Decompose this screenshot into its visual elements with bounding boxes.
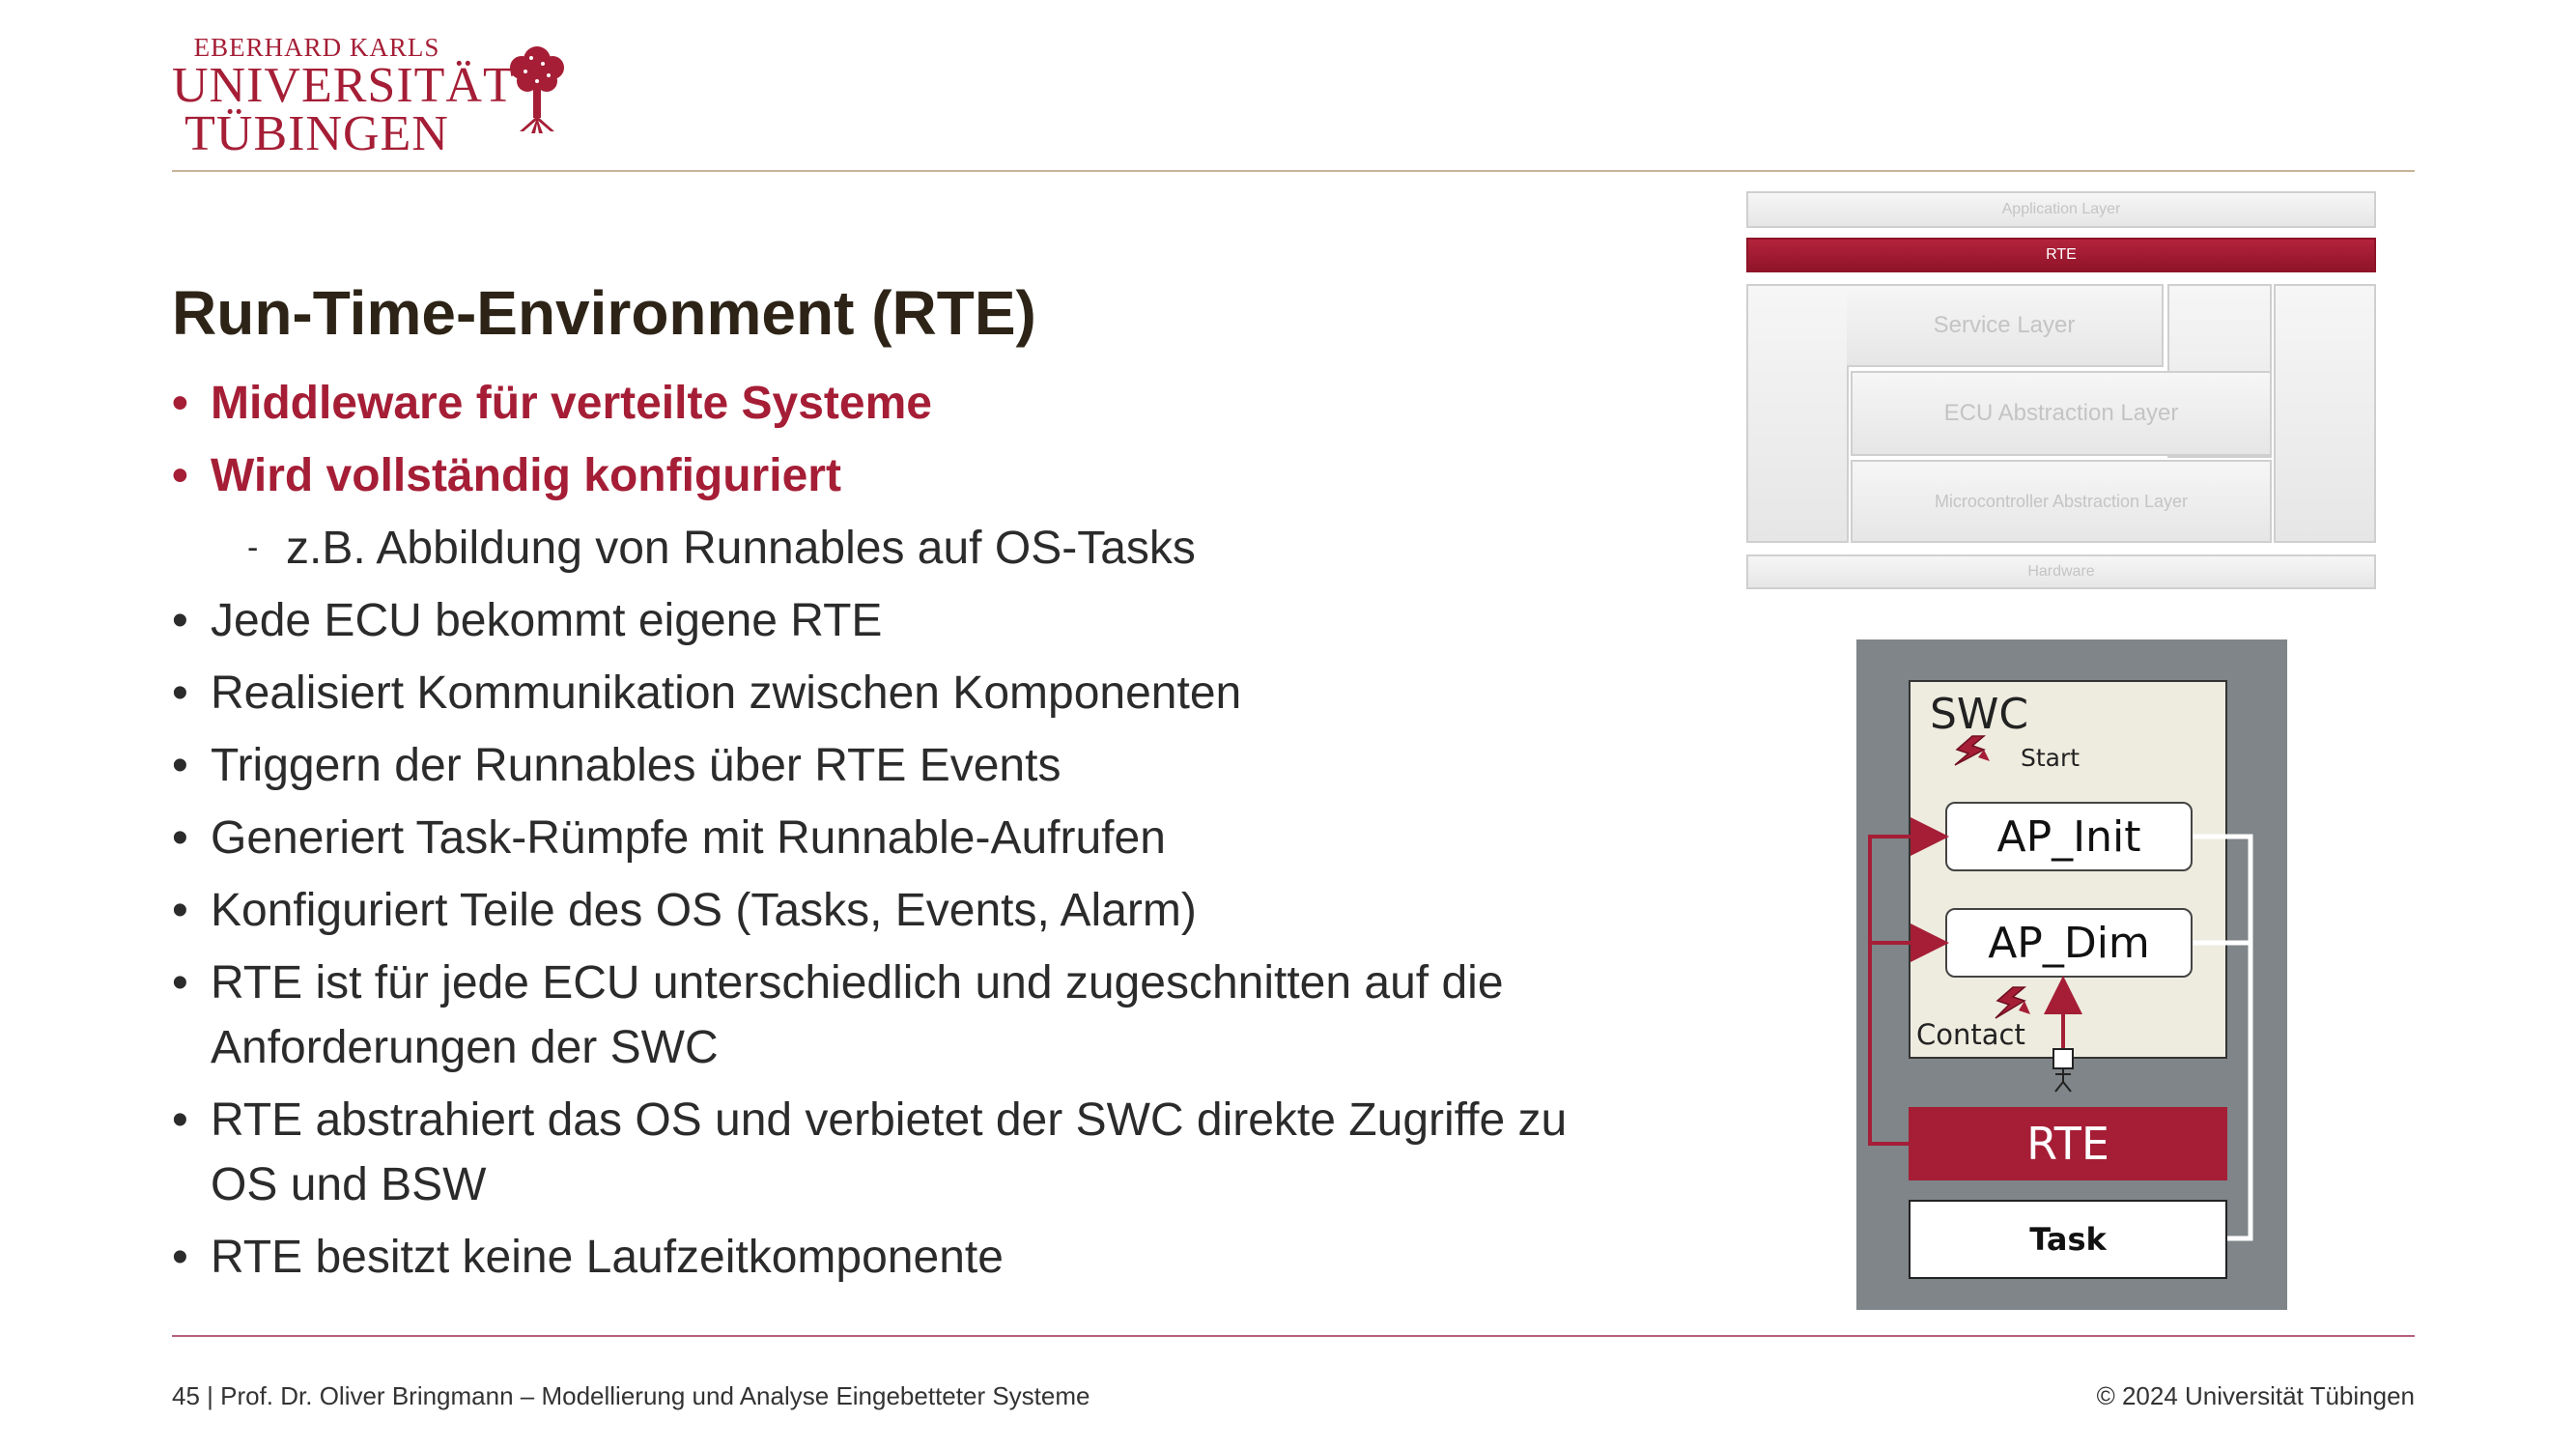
sub-bullet-marker: - [247,529,259,566]
complex-drivers-column-left [1746,284,1849,543]
footer-copyright: © 2024 Universität Tübingen [2096,1381,2415,1410]
complex-drivers-column-right [2274,284,2376,543]
bullet-marker: • [172,957,188,1009]
bullet-text: Realisiert Kommunikation zwischen Kompon… [211,668,1242,719]
bullet-text: Konfiguriert Teile des OS (Tasks, Events… [211,885,1197,936]
rte-event-arrow [1868,817,1949,1146]
bullet-item: • RTE besitzt keine Laufzeitkomponente [172,1225,1621,1290]
bullet-text: Jede ECU bekommt eigene RTE [211,595,883,646]
bullet-marker: • [172,450,188,501]
bullet-text: RTE ist für jede ECU unterschiedlich und… [211,957,1504,1073]
application-layer: Application Layer [1746,191,2376,228]
sub-bullet-item: - z.B. Abbildung von Runnables auf OS-Tas… [172,516,1621,581]
bullet-item: • RTE abstrahiert das OS und verbietet de… [172,1088,1601,1217]
university-logo: EBERHARD KARLS UNIVERSITÄT TÜBINGEN [172,33,578,159]
ecu-abstraction-layer: ECU Abstraction Layer [1851,371,2272,456]
bullet-marker: • [172,812,188,864]
bullet-item: • Wird vollständig konfiguriert [172,443,1621,508]
bullet-text: RTE abstrahiert das OS und verbietet der… [211,1094,1568,1210]
bullet-list: • Middleware für verteilte Systeme • Wird … [172,371,1621,1297]
bullet-marker: • [172,1232,188,1283]
hardware-layer: Hardware [1746,554,2376,589]
bullet-text: Middleware für verteilte Systeme [211,378,932,429]
bullet-marker: • [172,595,188,646]
task-connector-line [2193,834,2253,1241]
logo-line-3: TÜBINGEN [184,106,449,161]
bullet-marker: • [172,885,188,936]
bullet-text: Triggern der Runnables über RTE Events [211,740,1062,791]
bullet-marker: • [172,378,188,429]
bullet-item: • Jede ECU bekommt eigene RTE [172,588,1621,653]
rte-swc-diagram: SWC Start Contact AP_Init AP_Dim RTE Tas… [1856,639,2287,1310]
bullet-item: • Generiert Task-Rümpfe mit Runnable-Aufr… [172,806,1621,870]
bullet-text: Wird vollständig konfiguriert [211,450,841,501]
port-actor-icon [2054,1068,2072,1093]
autosar-layer-diagram: Application Layer RTE Service Layer ECU … [1746,191,2376,589]
bullet-item: • Konfiguriert Teile des OS (Tasks, Event… [172,878,1621,943]
bullet-text: z.B. Abbildung von Runnables auf OS-Task… [286,523,1196,574]
microcontroller-abstraction-layer: Microcontroller Abstraction Layer [1851,460,2272,543]
logo-line-2: UNIVERSITÄT [172,58,515,113]
service-layer: Service Layer [1847,284,2164,367]
diagram-connectors [1868,735,2253,1241]
bullet-text: RTE besitzt keine Laufzeitkomponente [211,1232,1004,1283]
logo-wordmark: EBERHARD KARLS UNIVERSITÄT TÜBINGEN [172,33,515,161]
contact-lightning-icon [1995,986,2030,1019]
bullet-item: • RTE ist für jede ECU unterschiedlich un… [172,951,1601,1080]
port-square-icon [2052,1048,2074,1069]
start-lightning-icon [1954,735,1990,766]
bullet-marker: • [172,668,188,719]
header-divider [172,170,2415,172]
tree-emblem-icon [510,46,564,133]
bullet-marker: • [172,740,188,791]
bullet-item: • Triggern der Runnables über RTE Events [172,733,1621,798]
footer-left-text: 45 | Prof. Dr. Oliver Bringmann – Modell… [172,1381,1090,1410]
bullet-item: • Realisiert Kommunikation zwischen Kompo… [172,661,1621,725]
bullet-marker: • [172,1094,188,1146]
bullet-item: • Middleware für verteilte Systeme [172,371,1621,436]
slide-title: Run-Time-Environment (RTE) [172,278,1036,348]
bullet-text: Generiert Task-Rümpfe mit Runnable-Aufru… [211,812,1166,864]
rte-layer: RTE [1746,238,2376,272]
footer-divider [172,1335,2415,1337]
